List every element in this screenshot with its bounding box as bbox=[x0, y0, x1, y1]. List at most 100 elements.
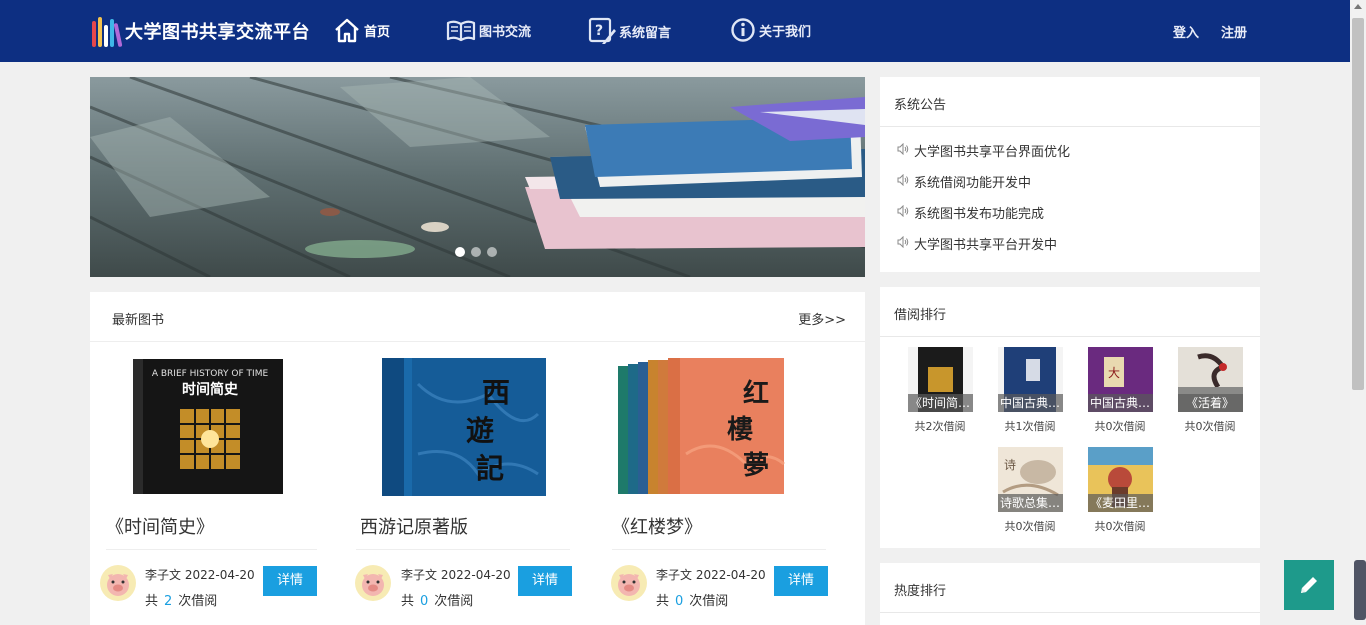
rank-cover: 《时间简… bbox=[907, 347, 973, 412]
latest-books-header: 最新图书 更多>> bbox=[90, 292, 865, 342]
book-cover[interactable]: 红 樓 夢 bbox=[616, 354, 786, 499]
cover-hlm-2: 樓 bbox=[727, 414, 753, 445]
message-edit-icon: ? bbox=[588, 17, 616, 44]
notice-text: 系统图书发布功能完成 bbox=[914, 207, 1045, 222]
speaker-icon bbox=[897, 174, 909, 186]
borrow-count: 0 bbox=[420, 594, 429, 609]
book-cover[interactable]: A BRIEF HISTORY OF TIME 时间简史 bbox=[125, 354, 295, 499]
cover-en-title: A BRIEF HISTORY OF TIME bbox=[152, 369, 269, 379]
book-title[interactable]: 《红楼梦》 bbox=[612, 513, 702, 539]
nav-messages[interactable]: ? 系统留言 bbox=[588, 17, 671, 45]
book-title[interactable]: 《时间简史》 bbox=[106, 513, 214, 539]
rank-count: 共2次借阅 bbox=[914, 420, 966, 433]
cover-hlm-1: 红 bbox=[743, 378, 769, 409]
rank-cover: 《活着》 bbox=[1177, 347, 1243, 412]
hot-rank-title: 热度排行 bbox=[880, 563, 1260, 613]
rank-count: 共0次借阅 bbox=[1004, 520, 1056, 533]
cover-xiyouji-3: 記 bbox=[476, 452, 504, 485]
book-title[interactable]: 西游记原著版 bbox=[360, 513, 468, 539]
notice-text: 大学图书共享平台开发中 bbox=[914, 238, 1058, 253]
detail-button[interactable]: 详情 bbox=[774, 566, 828, 596]
detail-button[interactable]: 详情 bbox=[518, 566, 572, 596]
speaker-icon bbox=[897, 236, 909, 248]
latest-books-title: 最新图书 bbox=[112, 313, 165, 328]
carousel-dot-3[interactable] bbox=[487, 247, 497, 257]
nav-home-label: 首页 bbox=[364, 24, 391, 40]
pencil-icon bbox=[1301, 577, 1317, 593]
borrow-count: 0 bbox=[675, 594, 684, 609]
svg-text:诗: 诗 bbox=[1004, 458, 1016, 472]
notice-item[interactable]: 系统借阅功能开发中 bbox=[897, 172, 1260, 203]
nav-about-label: 关于我们 bbox=[759, 24, 812, 40]
borrow-count-text: 共 2 次借阅 bbox=[145, 594, 218, 609]
notice-item[interactable]: 大学图书共享平台开发中 bbox=[897, 234, 1260, 265]
rank-count: 共1次借阅 bbox=[1004, 420, 1056, 433]
register-link[interactable]: 注册 bbox=[1221, 22, 1247, 41]
more-link[interactable]: 更多>> bbox=[798, 309, 846, 328]
borrow-rank-title: 借阅排行 bbox=[880, 287, 1260, 337]
top-navbar: 大学图书共享交流平台 首页 图书交流 ? 系统留言 关于我们 登入 注册 bbox=[0, 0, 1350, 62]
latest-books-panel: 最新图书 更多>> A BRIEF HISTORY OF TIME 时间简史 《… bbox=[90, 292, 865, 625]
rank-caption: 《时间简… bbox=[907, 394, 973, 412]
carousel-dot-2[interactable] bbox=[471, 247, 481, 257]
scroll-thumb[interactable] bbox=[1352, 18, 1364, 390]
author-date: 李子文 2022-04-20 bbox=[145, 568, 255, 582]
carousel-dots bbox=[455, 247, 497, 257]
card-divider bbox=[106, 549, 317, 550]
notice-panel: 系统公告 大学图书共享平台界面优化 系统借阅功能开发中 系统图书发布功能完成 大… bbox=[880, 77, 1260, 272]
side-widget[interactable] bbox=[1354, 560, 1366, 620]
login-link[interactable]: 登入 bbox=[1173, 22, 1199, 41]
card-divider bbox=[356, 549, 570, 550]
nav-book-exchange[interactable]: 图书交流 bbox=[446, 17, 531, 43]
cover-hlm-3: 夢 bbox=[743, 451, 769, 481]
rank-count: 共0次借阅 bbox=[1094, 520, 1146, 533]
speaker-icon bbox=[897, 205, 909, 217]
rank-cover: 大 中国古典… bbox=[1087, 347, 1153, 412]
author-date: 李子文 2022-04-20 bbox=[401, 568, 511, 582]
site-logo[interactable]: 大学图书共享交流平台 bbox=[92, 15, 310, 48]
rank-cover: 《麦田里… bbox=[1087, 447, 1153, 512]
banner-carousel[interactable] bbox=[90, 77, 865, 277]
rank-caption: 《活着》 bbox=[1177, 394, 1243, 412]
notice-text: 系统借阅功能开发中 bbox=[914, 176, 1032, 191]
rank-book-4[interactable]: 《活着》 共0次借阅 bbox=[1170, 347, 1250, 434]
rank-cover: 诗 诗歌总集… bbox=[997, 447, 1063, 512]
rank-book-6[interactable]: 《麦田里… 共0次借阅 bbox=[1080, 447, 1160, 534]
site-title: 大学图书共享交流平台 bbox=[125, 22, 310, 43]
rank-caption: 《麦田里… bbox=[1087, 494, 1153, 512]
carousel-dot-1[interactable] bbox=[455, 247, 465, 257]
write-post-button[interactable] bbox=[1284, 560, 1334, 610]
cover-cn-title: 时间简史 bbox=[182, 381, 239, 398]
borrow-count-text: 共 0 次借阅 bbox=[656, 594, 729, 609]
rank-count: 共0次借阅 bbox=[1094, 420, 1146, 433]
rank-book-2[interactable]: 中国古典… 共1次借阅 bbox=[990, 347, 1070, 434]
scroll-up-arrow-icon[interactable] bbox=[1354, 4, 1362, 9]
borrow-count: 2 bbox=[164, 594, 173, 609]
rank-book-1[interactable]: 《时间简… 共2次借阅 bbox=[900, 347, 980, 434]
detail-button[interactable]: 详情 bbox=[263, 566, 317, 596]
open-book-icon bbox=[446, 20, 476, 42]
notice-item[interactable]: 系统图书发布功能完成 bbox=[897, 203, 1260, 234]
svg-text:大: 大 bbox=[1108, 366, 1120, 380]
page-scrollbar[interactable] bbox=[1350, 0, 1366, 625]
cover-xiyouji-1: 西 bbox=[482, 376, 510, 409]
notice-item[interactable]: 大学图书共享平台界面优化 bbox=[897, 141, 1260, 172]
borrow-rank-panel: 借阅排行 《时间简… 共2次借阅 中国古典… 共1次借阅 大 中国古典… 共0次… bbox=[880, 287, 1260, 548]
home-icon bbox=[335, 18, 359, 43]
nav-book-exchange-label: 图书交流 bbox=[479, 24, 532, 40]
hot-rank-panel: 热度排行 bbox=[880, 563, 1260, 625]
info-icon bbox=[731, 18, 755, 42]
borrow-count-text: 共 0 次借阅 bbox=[401, 594, 474, 609]
svg-text:?: ? bbox=[595, 23, 603, 39]
rank-caption: 中国古典… bbox=[1087, 394, 1153, 412]
rank-caption: 诗歌总集… bbox=[997, 494, 1063, 512]
books-logo-icon bbox=[92, 15, 123, 48]
author-avatar bbox=[100, 565, 136, 601]
nav-about[interactable]: 关于我们 bbox=[730, 17, 811, 43]
book-cover[interactable]: 西 遊 記 bbox=[378, 354, 548, 499]
nav-home[interactable]: 首页 bbox=[333, 17, 390, 43]
rank-book-3[interactable]: 大 中国古典… 共0次借阅 bbox=[1080, 347, 1160, 434]
rank-book-5[interactable]: 诗 诗歌总集… 共0次借阅 bbox=[990, 447, 1070, 534]
speaker-icon bbox=[897, 143, 909, 155]
rank-caption: 中国古典… bbox=[997, 394, 1063, 412]
